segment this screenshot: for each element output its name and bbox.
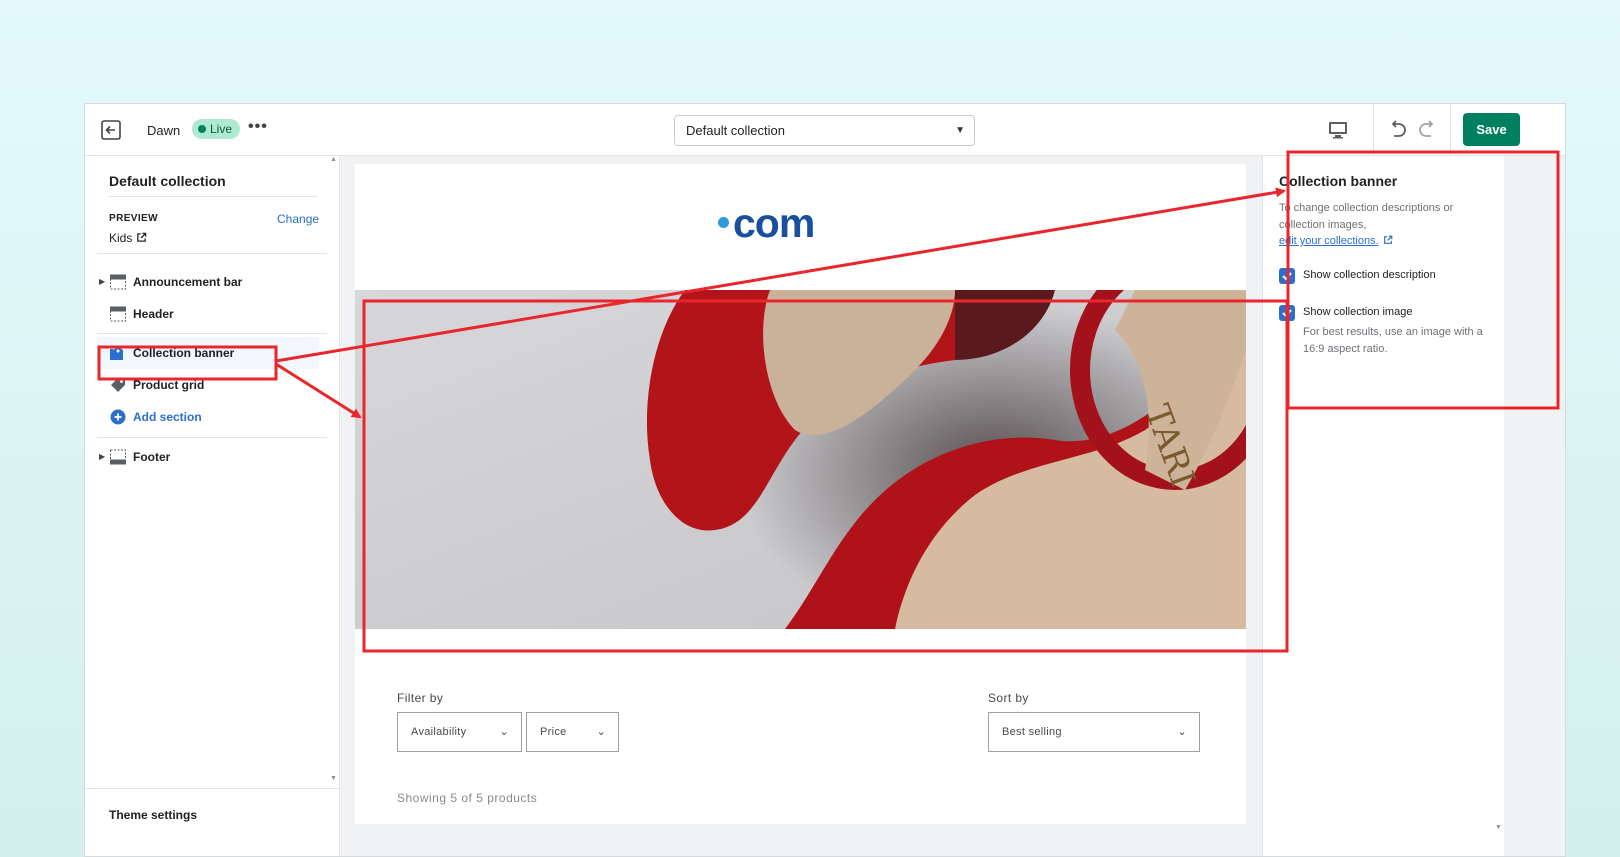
external-link-icon [1383,235,1393,248]
sort-label: Sort by [988,691,1029,705]
collection-banner-image[interactable]: TARI [355,290,1246,629]
exit-icon[interactable] [99,118,123,142]
layout-section-icon [110,274,126,290]
filter-label: Filter by [397,691,444,705]
settings-title: Collection banner [1279,173,1398,189]
edit-collections-link-label: edit your collections. [1279,235,1379,247]
add-section-button[interactable]: Add section [97,401,319,433]
redo-icon[interactable] [1416,117,1440,141]
editor-topbar: Dawn Live ••• Default collection ▼ Save [85,104,1565,156]
chevron-down-icon: ⌄ [596,726,606,738]
divider [1450,104,1451,156]
more-actions-button[interactable]: ••• [248,118,268,136]
sort-select[interactable]: Best selling ⌄ [988,712,1200,752]
image-help-text: For best results, use an image with a 16… [1303,326,1483,355]
sidebar-item-footer[interactable]: ▶ Footer [97,441,319,473]
live-status-badge: Live [192,119,241,139]
sidebar-item-product-grid[interactable]: Product grid [97,369,319,401]
undo-icon[interactable] [1385,117,1409,141]
price-filter[interactable]: Price ⌄ [526,712,619,752]
divider [1373,104,1374,156]
divider [97,253,327,254]
desktop-view-icon[interactable] [1326,118,1350,142]
plus-circle-icon [110,409,126,425]
show-description-label: Show collection description [1303,269,1436,281]
scroll-up-icon[interactable]: ▲ [330,156,337,163]
product-count: Showing 5 of 5 products [397,791,538,805]
sidebar-item-header[interactable]: Header [97,298,319,330]
template-select-value: Default collection [686,123,785,138]
availability-filter-label: Availability [411,726,467,738]
price-filter-label: Price [540,726,567,738]
caret-right-icon[interactable]: ▶ [99,277,105,286]
collection-banner-icon [110,345,126,361]
logo-dot [718,217,729,228]
chevron-down-icon: ⌄ [1177,726,1187,738]
divider [109,196,318,197]
divider [97,333,327,334]
show-description-checkbox[interactable]: Show collection description [1279,268,1494,286]
divider [97,437,327,438]
live-dot-icon [198,125,206,133]
scroll-down-icon[interactable]: ▼ [330,775,337,782]
change-preview-link[interactable]: Change [277,212,319,226]
preview-value-link[interactable]: Kids [109,231,147,246]
external-link-icon [136,232,147,246]
sidebar-item-label: Product grid [133,378,205,392]
section-settings-panel: Collection banner To change collection d… [1262,156,1504,856]
sort-select-value: Best selling [1002,726,1062,738]
theme-settings-button[interactable]: Theme settings [109,808,197,822]
template-select[interactable]: Default collection ▼ [674,115,975,146]
product-filters: Filter by Availability ⌄ Price ⌄ Sort by… [355,650,1240,824]
sidebar-item-label: Announcement bar [133,275,243,289]
add-section-label: Add section [133,410,202,424]
caret-down-icon: ▼ [955,125,965,136]
store-logo-text: com [733,200,815,246]
show-image-checkbox[interactable]: Show collection image [1279,305,1494,323]
sidebar-item-label: Footer [133,450,171,464]
tag-icon [110,377,126,393]
checkbox-checked-icon[interactable] [1279,268,1295,284]
caret-right-icon[interactable]: ▶ [99,452,105,461]
availability-filter[interactable]: Availability ⌄ [397,712,522,752]
preview-value: Kids [109,231,133,245]
theme-settings-section: Theme settings [85,788,340,856]
theme-name: Dawn [147,123,181,138]
scroll-down-icon[interactable]: ▼ [1495,824,1502,831]
store-logo[interactable]: com [718,200,815,247]
chevron-down-icon: ⌄ [499,726,509,738]
edit-collections-link[interactable]: edit your collections. [1279,235,1393,248]
settings-description: To change collection descriptions or col… [1279,202,1454,231]
sidebar-item-label: Header [133,307,174,321]
sidebar-item-label: Collection banner [133,346,235,360]
sidebar-item-collection-banner[interactable]: Collection banner [97,337,319,369]
checkbox-checked-icon[interactable] [1279,305,1295,321]
preview-label: PREVIEW [109,213,158,224]
sections-sidebar: ▲ Default collection PREVIEW Change Kids… [85,156,340,856]
show-image-label: Show collection image [1303,306,1413,318]
layout-header-icon [110,306,126,322]
save-button[interactable]: Save [1463,113,1520,146]
layout-footer-icon [110,449,126,465]
sidebar-item-announcement-bar[interactable]: ▶ Announcement bar [97,266,319,298]
theme-editor-window: Dawn Live ••• Default collection ▼ Save … [84,103,1566,857]
sidebar-title: Default collection [109,173,226,189]
live-badge-label: Live [210,122,233,136]
storefront-preview: com TARI Filter by Availability ⌄ Price … [355,164,1246,824]
